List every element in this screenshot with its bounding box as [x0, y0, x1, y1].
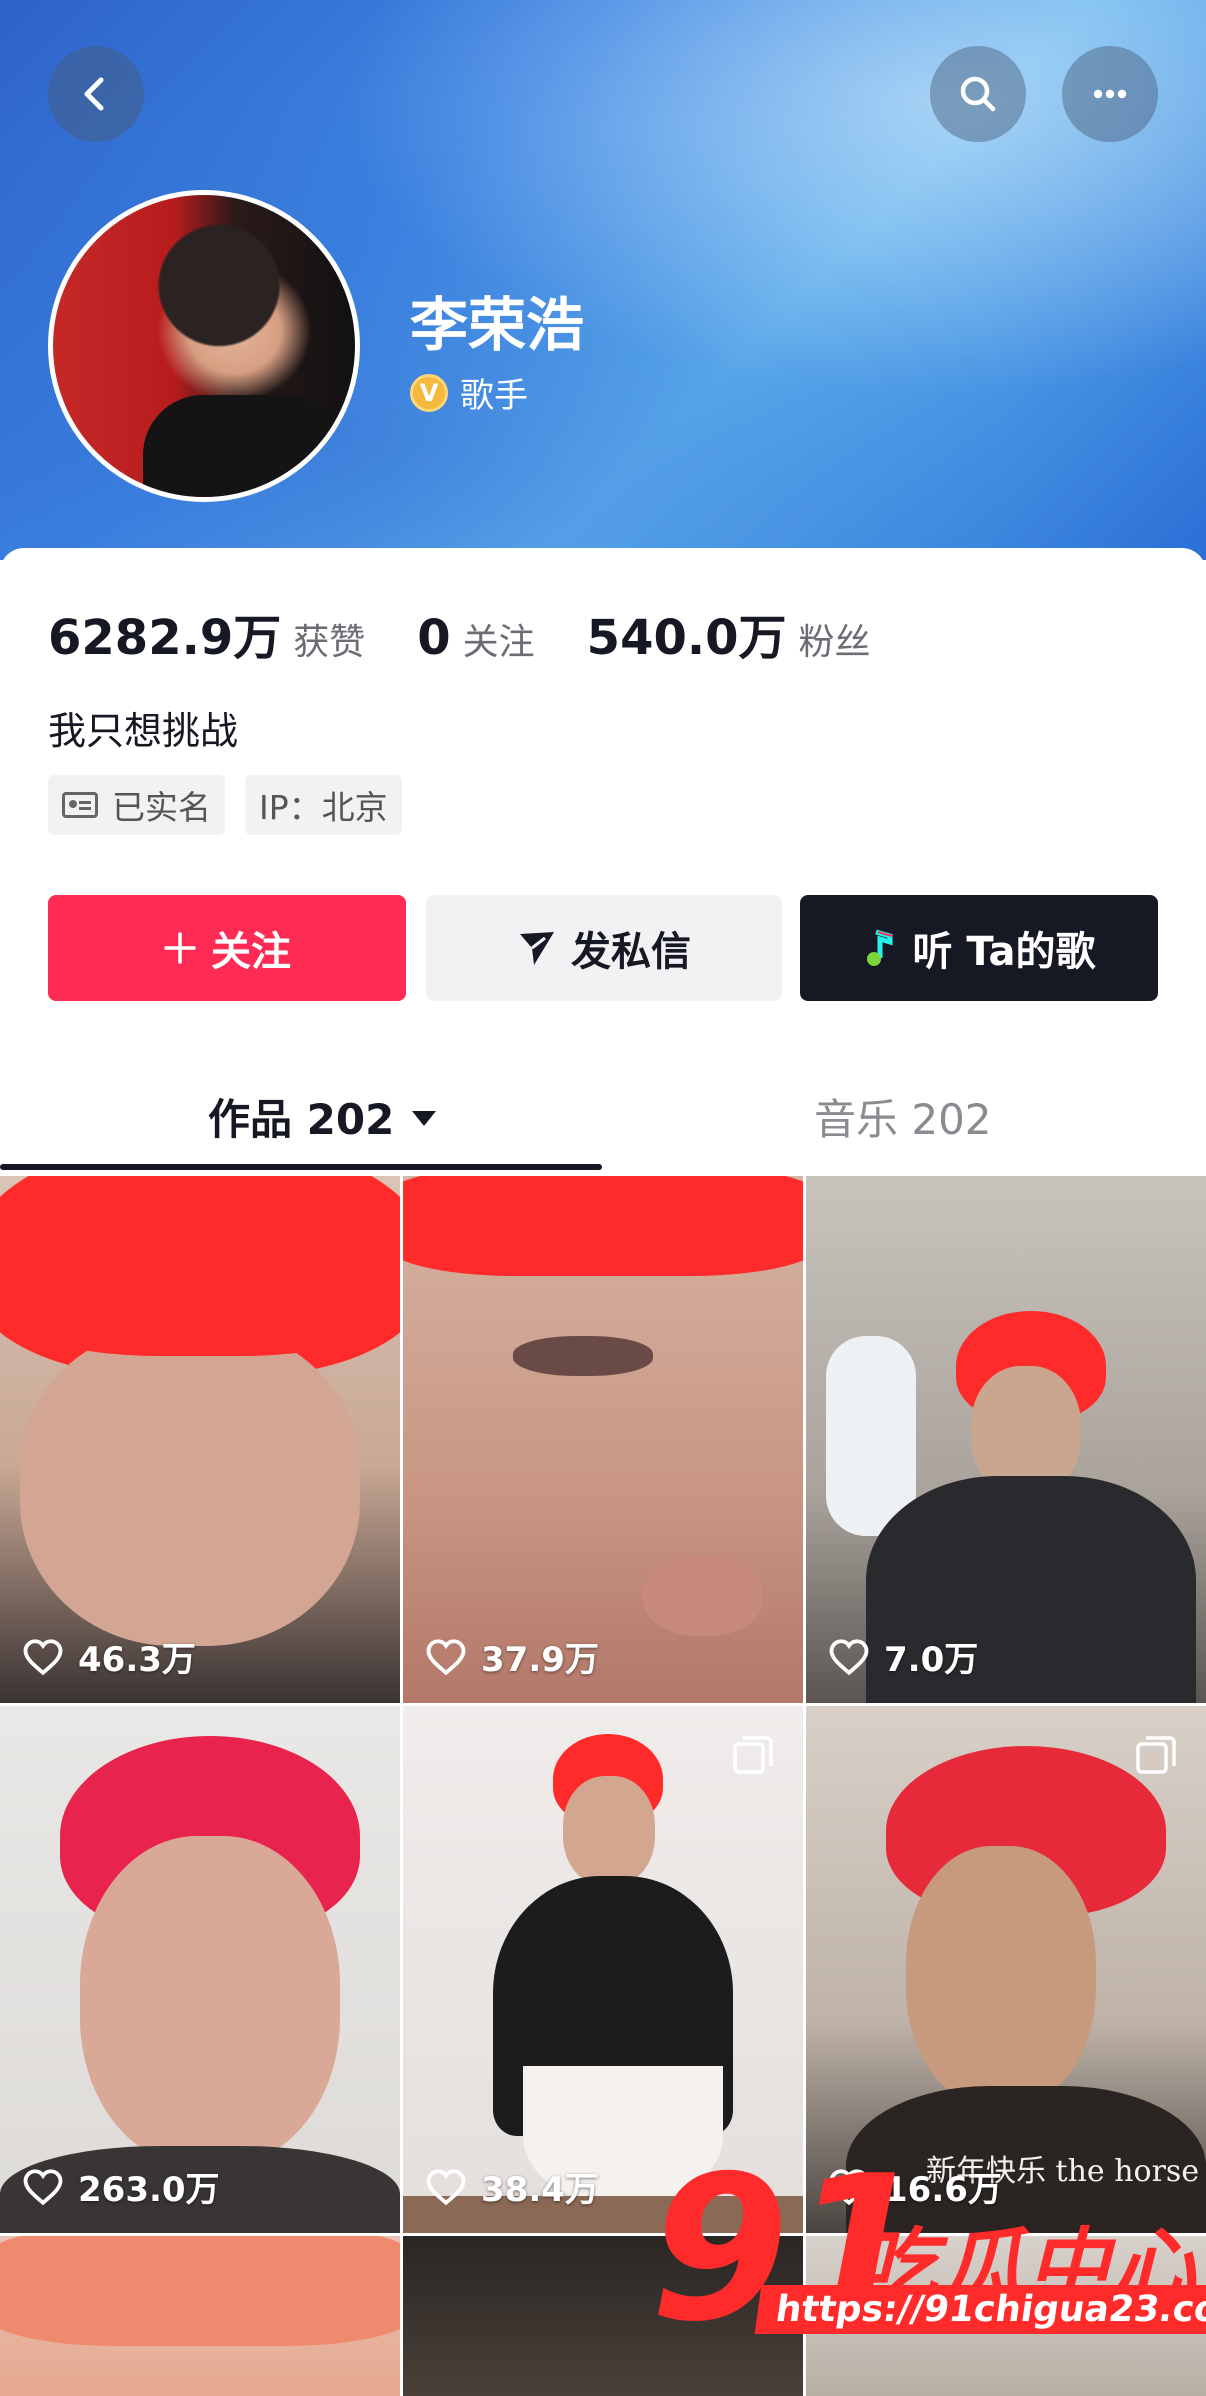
music-note-icon: [862, 928, 898, 968]
following-count[interactable]: 0: [417, 610, 450, 666]
multi-image-icon: [733, 1736, 773, 1774]
more-button[interactable]: [1062, 46, 1158, 142]
likes-count: 7.0万: [884, 1640, 979, 1680]
send-icon: [517, 928, 557, 968]
avatar[interactable]: [48, 190, 360, 502]
multi-image-icon: [1136, 1736, 1176, 1774]
tab-indicator: [0, 1164, 602, 1170]
music-label: 听 Ta的歌: [912, 929, 1096, 975]
verify-label: 歌手: [460, 376, 528, 416]
follow-button[interactable]: 关注: [48, 895, 406, 1001]
heart-icon: [829, 1638, 869, 1675]
back-button[interactable]: [48, 46, 144, 142]
heart-icon: [23, 2168, 63, 2205]
realname-label: 已实名: [112, 788, 211, 827]
profile-tags: 已实名 IP：北京: [48, 775, 422, 835]
video-tile[interactable]: 37.9万: [403, 1176, 803, 1703]
likes-overlay: 37.9万: [425, 1632, 599, 1681]
followers-count[interactable]: 540.0万: [587, 598, 787, 668]
verify-row: V 歌手: [410, 368, 528, 417]
follow-label: 关注: [211, 929, 291, 975]
caret-down-icon[interactable]: [412, 1111, 437, 1126]
likes-count: 46.3万: [78, 1640, 196, 1680]
ip-label: IP：北京: [259, 788, 388, 827]
video-tile[interactable]: [0, 2236, 400, 2396]
id-card-icon: [62, 792, 98, 818]
followers-label: 粉丝: [798, 622, 871, 663]
video-tile[interactable]: 46.3万: [0, 1176, 400, 1703]
search-icon: [960, 76, 996, 112]
verified-icon: V: [410, 373, 448, 412]
likes-count: 38.4万: [481, 2170, 599, 2210]
tab-music[interactable]: 音乐 202: [814, 1086, 992, 1147]
plus-icon: [163, 931, 197, 965]
video-tile[interactable]: 263.0万: [0, 1706, 400, 2233]
likes-overlay: 7.0万: [828, 1632, 978, 1681]
more-dots-icon: [1093, 89, 1127, 99]
heart-icon: [426, 2168, 466, 2205]
message-label: 发私信: [571, 929, 691, 975]
tab-works[interactable]: 作品 202: [208, 1086, 437, 1147]
likes-count: 263.0万: [78, 2170, 220, 2210]
heart-icon: [23, 1638, 63, 1675]
stats-row: 6282.9万 获赞 0 关注 540.0万 粉丝: [48, 598, 923, 668]
ip-tag: IP：北京: [245, 775, 402, 835]
following-label: 关注: [462, 622, 535, 663]
likes-count[interactable]: 6282.9万: [48, 598, 281, 668]
profile-name: 李荣浩: [410, 291, 585, 359]
tab-works-label: 作品 202: [208, 1095, 395, 1144]
likes-overlay: 263.0万: [22, 2162, 220, 2211]
likes-overlay: 38.4万: [425, 2162, 599, 2211]
message-button[interactable]: 发私信: [426, 895, 782, 1001]
listen-music-button[interactable]: 听 Ta的歌: [800, 895, 1158, 1001]
profile-bio: 我只想挑战: [48, 709, 239, 753]
search-button[interactable]: [930, 46, 1026, 142]
likes-overlay: 46.3万: [22, 1632, 196, 1681]
content-tabs: 作品 202 音乐 202: [0, 1050, 1206, 1172]
likes-count: 37.9万: [481, 1640, 599, 1680]
watermark-url: https://91chigua23.com: [754, 2285, 1206, 2334]
heart-icon: [426, 1638, 466, 1675]
likes-label: 获赞: [293, 622, 366, 663]
chevron-left-icon: [84, 77, 104, 111]
realname-tag: 已实名: [48, 775, 225, 835]
video-tile[interactable]: 7.0万: [806, 1176, 1206, 1703]
